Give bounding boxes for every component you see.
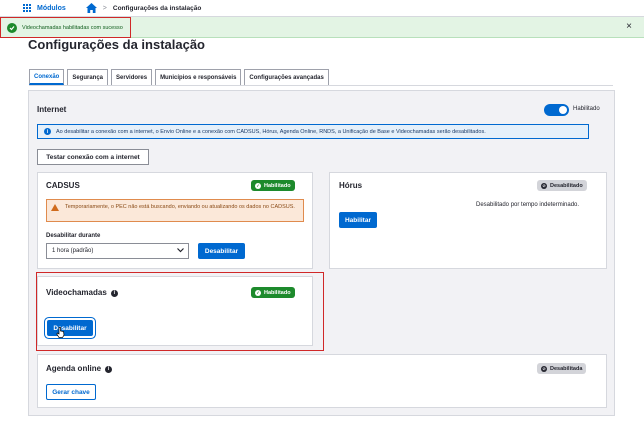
internet-toggle-label: Habilitado (573, 106, 600, 112)
breadcrumb-current: Configurações da instalação (112, 4, 202, 12)
agenda-card (37, 354, 607, 408)
internet-toggle[interactable] (544, 104, 569, 116)
home-icon[interactable] (85, 3, 97, 13)
cadsus-status-badge: ✓ Habilitado (251, 180, 295, 191)
tab-conexao[interactable]: Conexão (29, 69, 65, 85)
success-banner: Videochamadas habilitadas com sucesso × (0, 17, 644, 38)
agenda-status-badge: ⊘ Desabilitada (537, 363, 587, 374)
banner-highlight: Videochamadas habilitadas com sucesso (0, 17, 131, 38)
page-title: Configurações da instalação (28, 37, 205, 52)
tab-bar: Conexão Segurança Servidores Municípios … (29, 69, 329, 85)
horus-badge-label: Desabilitado (550, 182, 583, 189)
agenda-title: Agenda online i (46, 364, 113, 373)
agenda-title-text: Agenda online (46, 364, 102, 373)
horus-enable-button[interactable]: Habilitar (339, 212, 377, 228)
warning-icon (51, 204, 59, 211)
tabs-divider (29, 85, 613, 86)
pointer-cursor-icon (56, 327, 65, 340)
videochamadas-highlight (36, 272, 324, 351)
horus-title: Hórus (339, 181, 363, 190)
internet-info-text: Ao desabilitar a conexão com a internet,… (56, 128, 486, 135)
disable-duration-label: Desabilitar durante (46, 233, 101, 239)
horus-description: Desabilitado por tempo indeterminado. (476, 202, 580, 208)
check-icon: ✓ (255, 182, 261, 189)
top-bar: Módulos > Configurações da instalação (0, 0, 644, 17)
info-icon[interactable]: i (105, 365, 113, 373)
cadsus-title: CADSUS (46, 181, 80, 190)
banner-message: Videochamadas habilitadas com sucesso (22, 24, 123, 31)
internet-info-alert: i Ao desabilitar a conexão com a interne… (37, 124, 589, 139)
modules-link[interactable]: Módulos (37, 5, 66, 12)
block-icon: ⊘ (541, 365, 547, 372)
modules-grid-icon[interactable] (23, 4, 31, 12)
select-value: 1 hora (padrão) (52, 248, 94, 254)
tab-seguranca[interactable]: Segurança (67, 69, 109, 85)
toggle-knob (559, 106, 567, 114)
close-icon[interactable]: × (626, 21, 632, 33)
info-icon: i (44, 128, 51, 135)
breadcrumb-separator: > (102, 4, 107, 12)
chevron-down-icon (177, 248, 184, 255)
internet-title: Internet (37, 105, 67, 114)
tab-servidores[interactable]: Servidores (111, 69, 153, 85)
test-connection-button[interactable]: Testar conexão com a internet (37, 149, 149, 165)
block-icon: ⊘ (541, 182, 547, 189)
tab-configuracoes-avancadas[interactable]: Configurações avançadas (244, 69, 329, 85)
generate-key-button[interactable]: Gerar chave (46, 384, 96, 400)
disable-duration-select[interactable]: 1 hora (padrão) (46, 243, 189, 259)
cadsus-warning-text: Temporariamente, o PEC não está buscando… (65, 204, 295, 210)
cadsus-badge-label: Habilitado (264, 182, 291, 189)
tab-municipios[interactable]: Municípios e responsáveis (155, 69, 242, 85)
check-circle-icon (7, 22, 17, 33)
cadsus-warning: Temporariamente, o PEC não está buscando… (46, 199, 304, 222)
horus-status-badge: ⊘ Desabilitado (537, 180, 587, 191)
agenda-badge-label: Desabilitada (550, 365, 583, 372)
cadsus-disable-button[interactable]: Desabilitar (198, 243, 245, 259)
